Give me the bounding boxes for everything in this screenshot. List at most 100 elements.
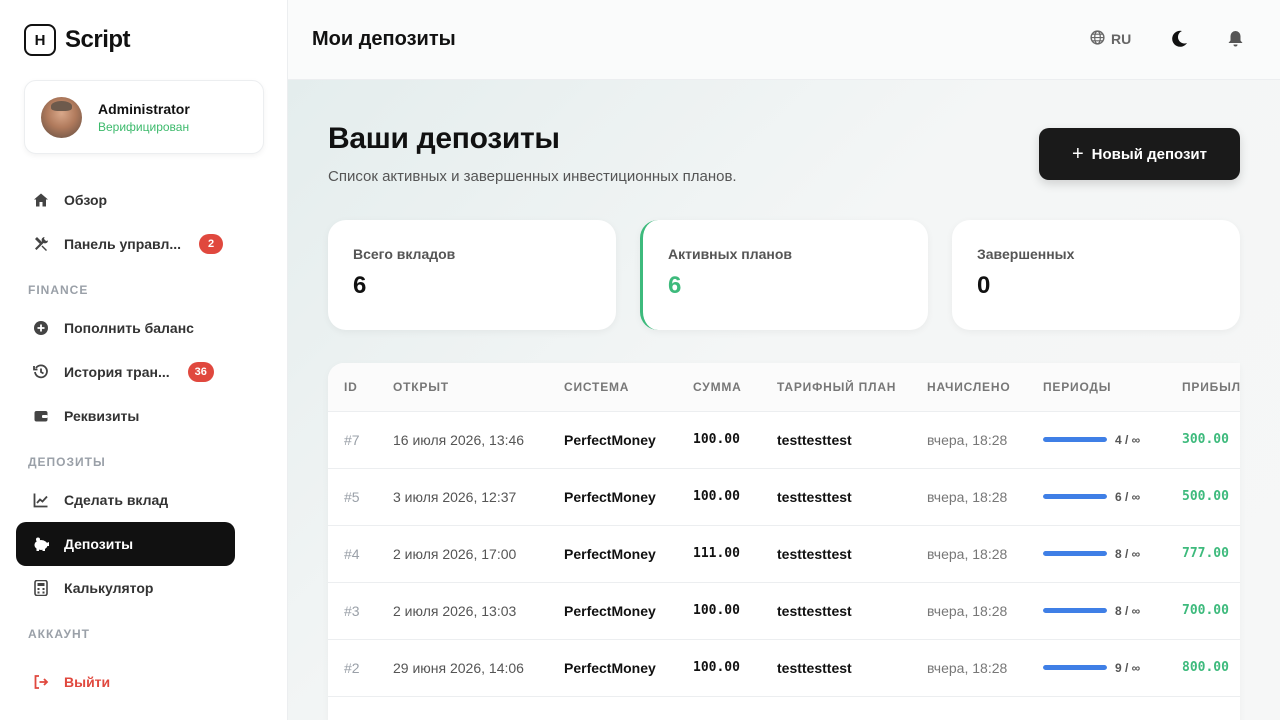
cell-periods: 9 / ∞	[1027, 639, 1166, 697]
cell-periods: 4 / ∞	[1027, 411, 1166, 469]
user-name: Administrator	[98, 100, 190, 117]
cell-opened: 3 июля 2026, 12:37	[377, 468, 548, 526]
cell-accrued: вчера, 18:28	[911, 525, 1027, 583]
language-switcher[interactable]: RU	[1090, 30, 1131, 48]
stat-label: Завершенных	[977, 246, 1075, 262]
progress-bar	[1043, 551, 1107, 556]
wallet-icon	[32, 407, 50, 425]
cell-system: PerfectMoney	[548, 468, 677, 526]
calculator-icon	[32, 579, 50, 597]
column-header-profit[interactable]: ПРИБЫЛЬ	[1166, 363, 1240, 412]
column-header-id[interactable]: ID	[328, 363, 377, 412]
stat-value: 6	[353, 272, 367, 299]
cell-id: #7	[328, 411, 377, 469]
plus-circle-icon	[32, 319, 50, 337]
cell-system: PerfectMoney	[548, 582, 677, 640]
cell-profit: 800.00	[1166, 639, 1240, 697]
new-deposit-label: Новый депозит	[1091, 145, 1207, 163]
sidebar-item-label: Пополнить баланс	[64, 320, 194, 336]
cell-profit: 700.00	[1166, 582, 1240, 640]
moon-icon	[1171, 30, 1188, 52]
cell-plan: testtesttest	[761, 525, 911, 583]
stat-value: 0	[977, 272, 991, 299]
stat-label: Активных планов	[668, 246, 793, 262]
sidebar-item-panel[interactable]: Панель управл... 2	[16, 222, 235, 266]
notification-badge: 2	[199, 234, 224, 254]
user-card[interactable]: Administrator Верифицирован	[24, 80, 264, 154]
cell-sum: 100.00	[677, 639, 761, 697]
column-header-sum[interactable]: СУММА	[677, 363, 761, 412]
sidebar-item-topup[interactable]: Пополнить баланс	[16, 306, 235, 350]
cell-plan: testtesttest	[761, 582, 911, 640]
table-row[interactable]: #4 2 июля 2026, 17:00 PerfectMoney 111.0…	[328, 525, 1240, 583]
period-count: 9 / ∞	[1115, 660, 1141, 675]
cell-opened: 2 июля 2026, 17:00	[377, 525, 548, 583]
cell-profit: 777.00	[1166, 525, 1240, 583]
cell-id: #5	[328, 468, 377, 526]
cell-profit: 500.00	[1166, 468, 1240, 526]
theme-toggle[interactable]	[1171, 30, 1188, 53]
sidebar: H Script Administrator Верифицирован Обз…	[0, 0, 288, 720]
column-header-periods[interactable]: ПЕРИОДЫ	[1027, 363, 1166, 412]
section-title-finance: FINANCE	[28, 283, 89, 297]
home-icon	[32, 191, 50, 209]
sidebar-item-history[interactable]: История тран... 36	[16, 350, 235, 394]
cell-sum: 100.00	[677, 411, 761, 469]
cell-plan: testtesttest	[761, 468, 911, 526]
period-count: 8 / ∞	[1115, 603, 1141, 618]
logo[interactable]: H Script	[24, 24, 131, 56]
section-subtitle: Список активных и завершенных инвестицио…	[328, 168, 737, 185]
sidebar-item-label: История тран...	[64, 364, 170, 380]
cell-sum: 100.00	[677, 582, 761, 640]
cell-opened: 2 июля 2026, 13:03	[377, 582, 548, 640]
table-row[interactable]: #3 2 июля 2026, 13:03 PerfectMoney 100.0…	[328, 582, 1240, 640]
logo-text: Script	[65, 26, 131, 53]
cell-periods: 6 / ∞	[1027, 468, 1166, 526]
sidebar-item-logout[interactable]: Выйти	[16, 660, 235, 704]
table-row[interactable]: #5 3 июля 2026, 12:37 PerfectMoney 100.0…	[328, 468, 1240, 526]
column-header-accrued[interactable]: НАЧИСЛЕНО	[911, 363, 1027, 412]
sidebar-item-overview[interactable]: Обзор	[16, 178, 235, 222]
stat-card-total: Всего вкладов 6	[328, 220, 616, 330]
sidebar-item-label: Панель управл...	[64, 236, 182, 252]
deposits-table-container[interactable]: ID ОТКРЫТ СИСТЕМА СУММА ТАРИФНЫЙ ПЛАН НА…	[328, 363, 1240, 720]
cell-system: PerfectMoney	[548, 525, 677, 583]
sidebar-item-calculator[interactable]: Калькулятор	[16, 566, 235, 610]
table-row[interactable]: #7 16 июля 2026, 13:46 PerfectMoney 100.…	[328, 411, 1240, 469]
cell-opened: 29 июня 2026, 14:06	[377, 639, 548, 697]
cell-accrued: вчера, 18:28	[911, 468, 1027, 526]
history-icon	[32, 363, 50, 381]
sidebar-item-label: Реквизиты	[64, 408, 140, 424]
period-count: 4 / ∞	[1115, 432, 1141, 447]
cell-periods: 8 / ∞	[1027, 582, 1166, 640]
table-row[interactable]: #2 29 июня 2026, 14:06 PerfectMoney 100.…	[328, 639, 1240, 697]
section-title-account: АККАУНТ	[28, 627, 90, 641]
main-content: Ваши депозиты Список активных и завершен…	[288, 80, 1280, 720]
cell-accrued: вчера, 18:28	[911, 582, 1027, 640]
sidebar-item-label: Сделать вклад	[64, 492, 169, 508]
language-label: RU	[1111, 31, 1132, 47]
new-deposit-button[interactable]: + Новый депозит	[1039, 128, 1240, 180]
sidebar-item-label: Калькулятор	[64, 580, 154, 596]
cell-accrued: вчера, 18:28	[911, 411, 1027, 469]
tools-icon	[32, 235, 50, 253]
deposits-table: ID ОТКРЫТ СИСТЕМА СУММА ТАРИФНЫЙ ПЛАН НА…	[328, 363, 1240, 697]
sidebar-item-make-deposit[interactable]: Сделать вклад	[16, 478, 235, 522]
column-header-opened[interactable]: ОТКРЫТ	[377, 363, 548, 412]
section-title-deposits: ДЕПОЗИТЫ	[28, 455, 106, 469]
sidebar-item-deposits[interactable]: Депозиты	[16, 522, 235, 566]
stat-value: 6	[668, 272, 682, 299]
chart-line-icon	[32, 491, 50, 509]
globe-icon	[1090, 30, 1105, 48]
period-count: 6 / ∞	[1115, 489, 1141, 504]
sidebar-item-label: Обзор	[64, 192, 108, 208]
column-header-system[interactable]: СИСТЕМА	[548, 363, 677, 412]
cell-sum: 111.00	[677, 525, 761, 583]
notifications-button[interactable]	[1228, 30, 1243, 52]
cell-opened: 16 июля 2026, 13:46	[377, 411, 548, 469]
piggy-bank-icon	[32, 535, 50, 553]
cell-plan: testtesttest	[761, 411, 911, 469]
sidebar-item-requisites[interactable]: Реквизиты	[16, 394, 235, 438]
column-header-plan[interactable]: ТАРИФНЫЙ ПЛАН	[761, 363, 911, 412]
cell-id: #4	[328, 525, 377, 583]
